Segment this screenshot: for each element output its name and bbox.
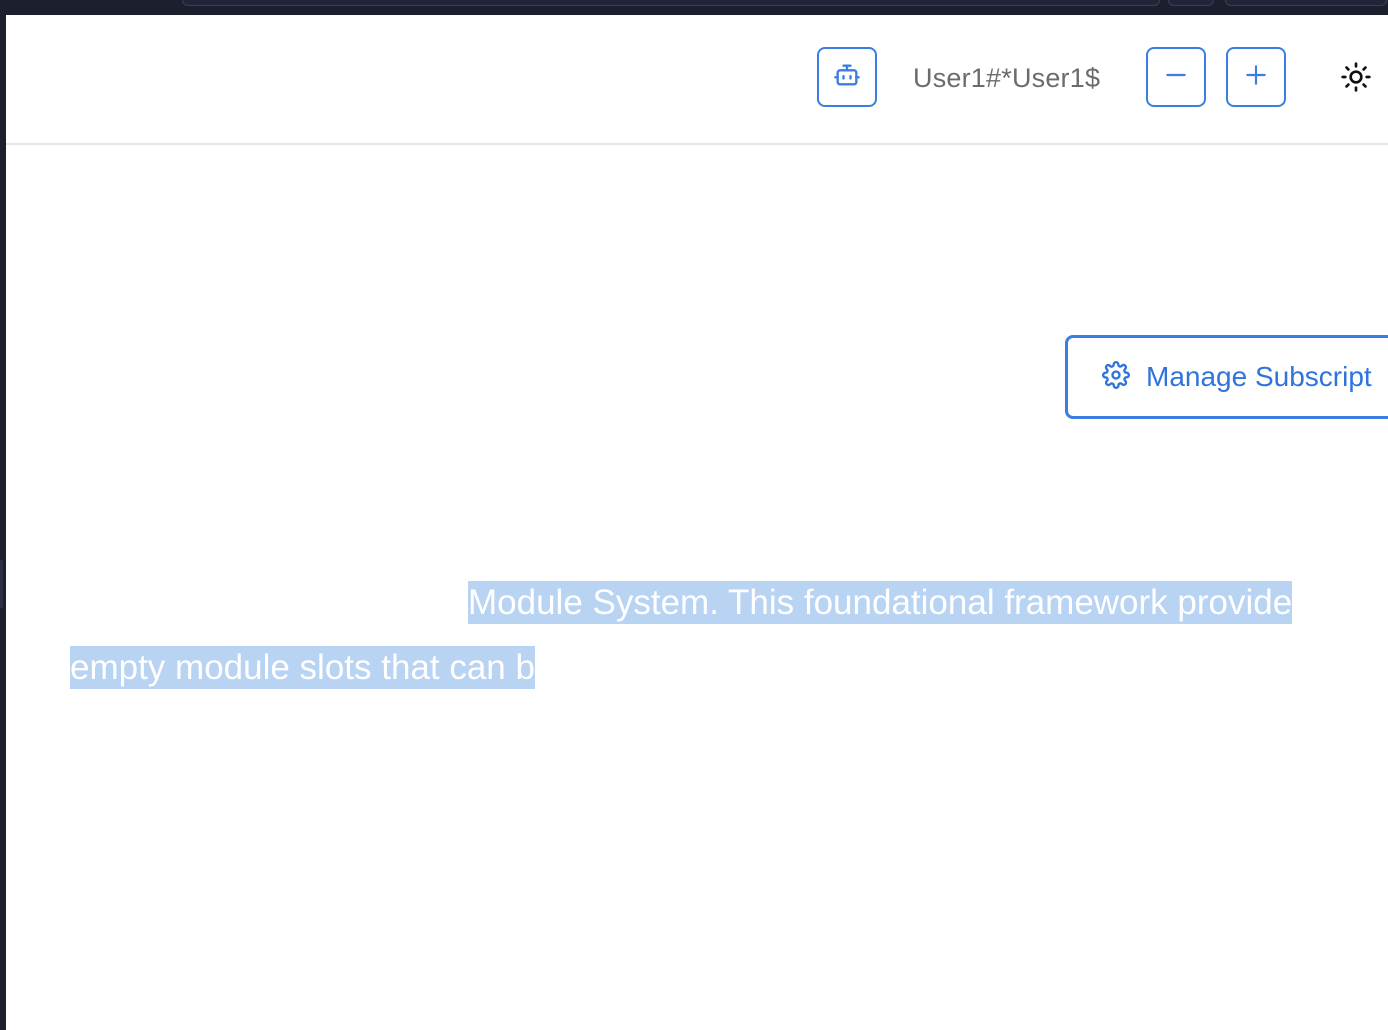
username-label: User1#*User1$ [913,63,1101,93]
zoom-in-button[interactable] [1226,47,1286,107]
selected-text: Module System. This foundational framewo… [468,581,1293,624]
zoom-out-button[interactable] [1146,47,1206,107]
page: User1#*User1$ Manage Subscript Module Sy… [0,0,1388,1030]
bot-icon [833,61,861,94]
plus-icon [1243,62,1269,93]
manage-subscription-label: Manage Subscript [1146,361,1372,392]
browser-chrome-top [0,0,1388,15]
description-line-2: empty module slots that can b [70,635,535,700]
theme-toggle-button[interactable] [1336,59,1376,99]
bot-button[interactable] [817,47,877,107]
app-header: User1#*User1$ [6,15,1388,145]
manage-subscription-button[interactable]: Manage Subscript [1065,335,1388,419]
selected-text: empty module slots that can b [70,646,535,689]
gear-icon [1102,360,1130,394]
browser-tab-button[interactable] [1168,0,1214,6]
description-line-1: Module System. This foundational framewo… [468,570,1293,635]
browser-address-bar[interactable] [182,0,1160,6]
sidebar-handle[interactable] [0,560,3,608]
minus-icon [1163,62,1189,93]
sun-icon [1340,61,1372,98]
browser-tab-button[interactable] [1225,0,1387,6]
browser-chrome-left [0,0,6,1030]
